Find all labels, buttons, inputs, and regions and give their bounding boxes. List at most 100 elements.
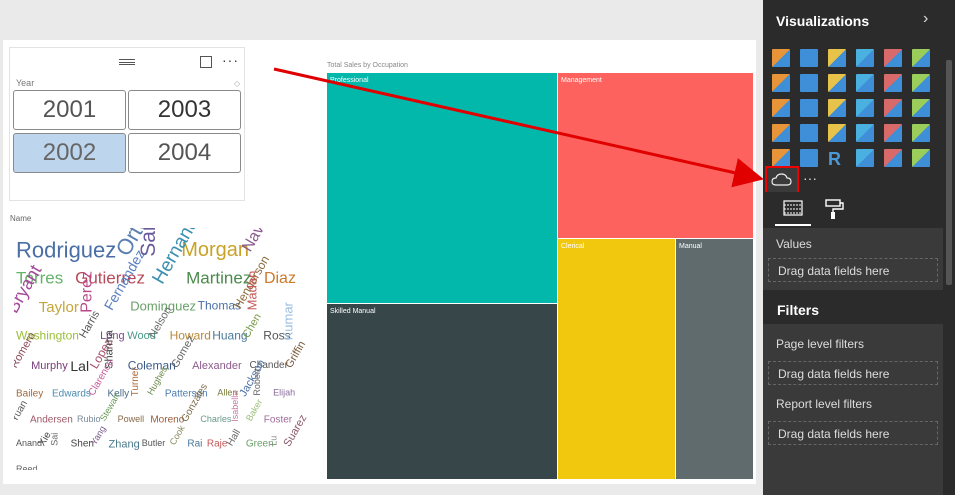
r-visual-icon[interactable]: R [828,149,846,169]
word-cloud-word[interactable]: Powell [118,414,145,424]
matrix-icon[interactable] [912,99,930,117]
word-cloud-word[interactable]: Yuan [14,399,30,424]
values-drop-zone[interactable]: Drag data fields here [768,258,938,282]
clustered-column-icon[interactable] [856,49,874,67]
word-cloud-word[interactable]: Reed [16,464,38,470]
word-cloud-word[interactable]: Edwards [52,388,91,399]
stacked-column-icon[interactable] [800,49,818,67]
word-cloud-word[interactable]: Isabella [230,391,240,422]
globe-icon[interactable] [884,149,902,167]
year-slicer[interactable]: ··· Year ◇ 2001 2003 2002 2004 [9,47,245,201]
treemap-cell-manual[interactable] [676,239,753,479]
word-cloud-word[interactable]: Elijah [273,388,295,398]
treemap-label: Clerical [561,243,585,250]
pane-scroll-thumb[interactable] [946,60,952,285]
stacked-bar-icon[interactable] [772,49,790,67]
treemap-visual[interactable]: Professional Management Skilled Manual Cler… [327,73,753,479]
treemap-cell-professional[interactable] [327,73,557,303]
kpi-icon[interactable] [912,124,930,142]
year-button-2001[interactable]: 2001 [13,90,126,130]
word-cloud-word[interactable]: Bailey [16,388,43,399]
word-cloud-word[interactable]: Andersen [30,415,73,426]
waterfall-icon[interactable] [912,149,930,167]
word-cloud-word[interactable]: Griffin [283,339,308,370]
line-icon[interactable] [772,74,790,92]
table-icon[interactable] [884,99,902,117]
100-bar-icon[interactable] [884,49,902,67]
map-icon[interactable] [856,99,874,117]
word-cloud-word[interactable]: Cook [168,423,187,447]
word-cloud-word[interactable]: Rodriguez [16,238,116,263]
year-button-2002[interactable]: 2002 [13,133,126,173]
word-cloud-word[interactable]: Butler [142,438,166,448]
donut-icon[interactable] [800,149,818,167]
treemap-cell-skilled-manual[interactable] [327,304,557,479]
report-filters-label: Report level filters [776,397,873,411]
word-cloud-word[interactable]: Yang [89,424,108,447]
focus-mode-icon[interactable] [200,56,212,68]
word-cloud-word[interactable]: Foster [264,415,293,426]
line-clustered-icon[interactable] [884,74,902,92]
stacked-area-icon[interactable] [828,74,846,92]
word-cloud-word[interactable]: Taylor [39,299,79,316]
format-tab[interactable] [815,192,851,226]
ribbon-icon[interactable] [912,74,930,92]
multirow-card-icon[interactable] [884,124,902,142]
word-cloud-word[interactable]: Sai [50,433,60,446]
clear-selection-icon[interactable]: ◇ [234,79,240,88]
word-cloud-word[interactable]: Murphy [31,360,68,372]
word-cloud-word[interactable]: Charles [200,414,232,424]
word-cloud-word[interactable]: Turner [130,367,141,397]
year-button-2003[interactable]: 2003 [128,90,241,130]
more-options-icon[interactable]: ··· [222,52,239,68]
word-cloud-word[interactable]: Madan [244,271,259,311]
word-cloud-word[interactable]: Rai [187,439,202,450]
slicer-icon[interactable] [772,149,790,167]
word-cloud-word[interactable]: Lu [268,436,278,446]
collapse-pane-icon[interactable]: › [923,10,928,28]
clustered-bar-icon[interactable] [828,49,846,67]
more-visuals-icon[interactable]: ··· [803,170,817,186]
treemap-label: Professional [330,77,369,84]
word-cloud-visual[interactable]: RodriguezOrtegaSanchezMorganNavarroTorre… [14,228,314,470]
filled-map-icon[interactable] [772,124,790,142]
pie-icon[interactable] [800,99,818,117]
word-cloud-word[interactable]: Navarro [239,228,282,255]
word-cloud-word[interactable]: Kumar [281,301,296,340]
word-cloud-word[interactable]: Chen [240,312,264,341]
treemap-cell-clerical[interactable] [558,239,675,479]
treemap-title: Total Sales by Occupation [327,62,408,69]
word-cloud-word[interactable]: Moreno [150,415,184,426]
wordcloud-title: Name [10,214,32,223]
word-cloud-word[interactable]: Raje [207,439,228,450]
word-cloud-word[interactable]: Rubio [77,414,101,424]
page-filters-drop-zone[interactable]: Drag data fields here [768,361,938,385]
treemap-label: Management [561,77,602,84]
word-cloud-word[interactable]: Alexander [192,360,242,372]
treemap-icon[interactable] [828,99,846,117]
line-column-icon[interactable] [856,74,874,92]
paint-roller-icon [825,199,844,219]
word-cloud-word[interactable]: Zhang [109,438,140,450]
scatter-icon[interactable] [772,99,790,117]
word-cloud-word[interactable]: Robert [252,368,262,396]
word-cloud-word[interactable]: Baker [244,397,264,422]
year-button-2004[interactable]: 2004 [128,133,241,173]
word-cloud-word[interactable]: Perez [78,271,95,313]
fields-grid-icon [783,200,803,216]
pane-tabs [763,192,943,228]
treemap-cell-management[interactable] [558,73,753,238]
area-icon[interactable] [800,74,818,92]
drag-handle-icon[interactable] [119,59,135,65]
100-column-icon[interactable] [912,49,930,67]
shape-map-icon[interactable] [856,149,874,167]
report-filters-drop-zone[interactable]: Drag data fields here [768,421,938,445]
word-cloud-word[interactable]: Hall [225,428,243,448]
funnel-icon[interactable] [800,124,818,142]
gauge-icon[interactable] [828,124,846,142]
fields-tab[interactable] [775,192,811,226]
card-icon[interactable] [856,124,874,142]
word-cloud-word[interactable]: Lal [70,358,89,374]
filters-header: Filters [763,296,943,324]
word-cloud-word[interactable]: Diaz [264,270,296,287]
